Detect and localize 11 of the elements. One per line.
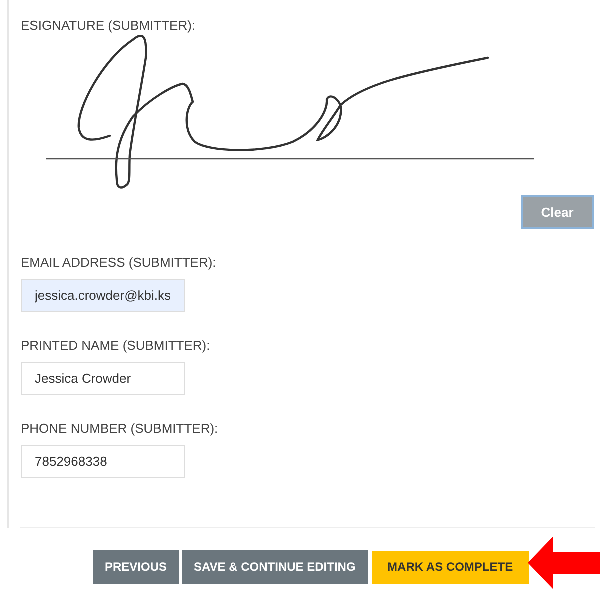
input-field[interactable]: jessica.crowder@kbi.ks — [21, 279, 185, 312]
field-label: PRINTED NAME (SUBMITTER): — [21, 338, 212, 353]
input-field[interactable]: Jessica Crowder — [21, 362, 185, 395]
field-label: PHONE NUMBER (SUBMITTER): — [21, 421, 220, 436]
input-field[interactable]: 7852968338 — [21, 445, 185, 478]
nav-button[interactable]: PREVIOUS — [93, 550, 180, 584]
field-label: EMAIL ADDRESS (SUBMITTER): — [21, 255, 218, 270]
nav-button[interactable]: SAVE & CONTINUE EDITING — [182, 550, 368, 584]
signature-label: ESIGNATURE (SUBMITTER): — [21, 18, 197, 33]
complete-button[interactable]: MARK AS COMPLETE — [372, 550, 529, 584]
arrow-icon — [528, 537, 600, 589]
